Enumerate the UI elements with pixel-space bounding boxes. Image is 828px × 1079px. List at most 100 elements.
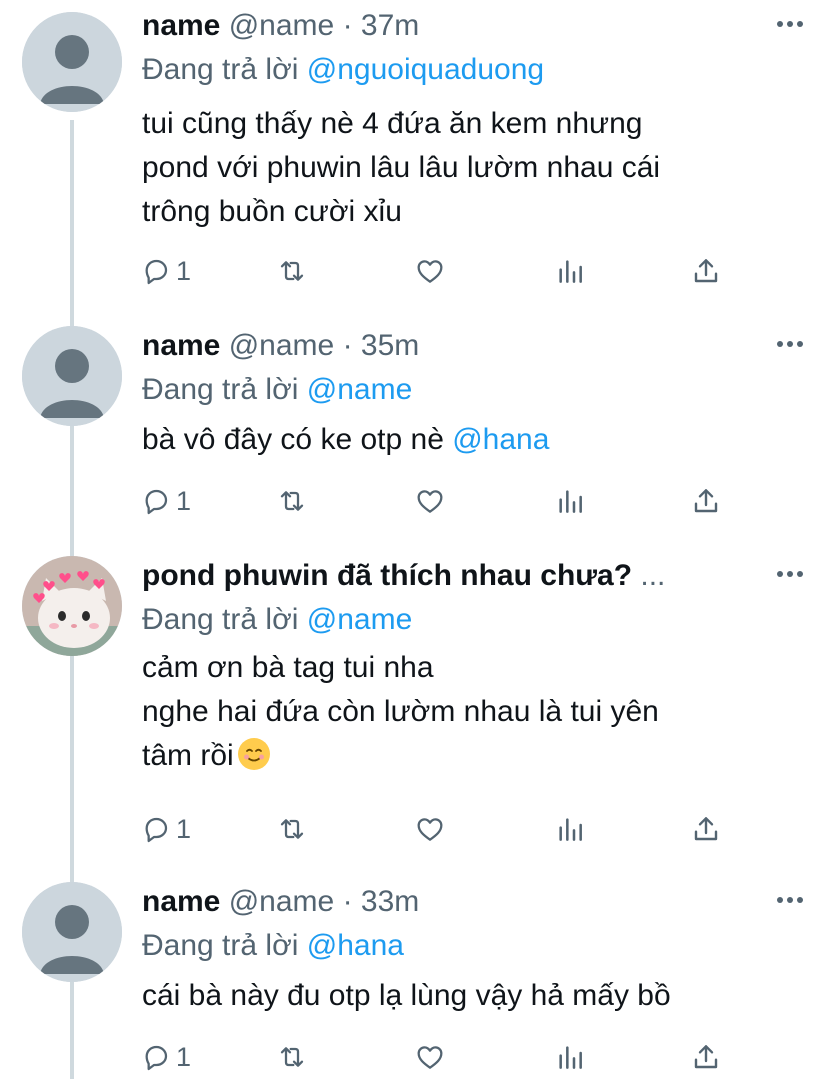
mention-link[interactable]: @hana bbox=[452, 423, 549, 456]
reply-icon bbox=[145, 489, 168, 515]
timestamp[interactable]: 35m bbox=[361, 329, 419, 362]
replying-to-label: Đang trả lời bbox=[142, 603, 299, 636]
retweet-icon bbox=[280, 261, 304, 281]
replying-to-mention[interactable]: @name bbox=[307, 373, 413, 406]
reply-count: 1 bbox=[176, 485, 192, 516]
tweet-text-line: tui cũng thấy nè 4 đứa ăn kem nhưng bbox=[142, 107, 643, 140]
tweet-text-line: pond với phuwin lâu lâu lườm nhau cái bbox=[142, 151, 661, 184]
share-button[interactable] bbox=[690, 809, 722, 849]
like-button[interactable] bbox=[414, 809, 446, 849]
tweet-header: name @name · 33m bbox=[142, 882, 419, 922]
display-name[interactable]: name bbox=[142, 885, 220, 918]
replying-to-label: Đang trả lời bbox=[142, 929, 299, 962]
more-options-button[interactable] bbox=[770, 324, 810, 364]
user-handle[interactable]: @name bbox=[229, 329, 335, 362]
tweet-text: cái bà này đu otp lạ lùng vậy hả mấy bồ bbox=[142, 974, 671, 1018]
smiling-face-emoji bbox=[237, 738, 270, 770]
separator-dot: · bbox=[342, 885, 353, 918]
reply-button[interactable]: 1 bbox=[140, 251, 191, 291]
action-bar: 1 bbox=[140, 251, 740, 291]
replying-to-label: Đang trả lời bbox=[142, 53, 299, 86]
avatar[interactable] bbox=[22, 882, 122, 982]
share-button[interactable] bbox=[690, 1037, 722, 1077]
like-button[interactable] bbox=[414, 251, 446, 291]
replying-to: Đang trả lời @hana bbox=[142, 926, 404, 966]
tweet-text-line: tâm rồi bbox=[142, 734, 659, 778]
timestamp[interactable]: 37m bbox=[361, 9, 419, 42]
reply-count: 1 bbox=[176, 1041, 192, 1072]
display-name[interactable]: name bbox=[142, 9, 220, 42]
tweet-text: bà vô đây có ke otp nè @hana bbox=[142, 418, 549, 462]
user-handle[interactable]: @name bbox=[229, 9, 335, 42]
display-name[interactable]: pond phuwin đã thích nhau chưa? bbox=[142, 559, 632, 592]
timestamp[interactable]: 33m bbox=[361, 885, 419, 918]
share-icon bbox=[694, 1045, 718, 1069]
avatar[interactable] bbox=[22, 12, 122, 112]
separator-dot: · bbox=[342, 329, 353, 362]
action-bar: 1 bbox=[140, 809, 740, 849]
retweet-icon bbox=[280, 491, 304, 511]
like-icon bbox=[417, 260, 443, 283]
analytics-button[interactable] bbox=[554, 481, 586, 521]
retweet-button[interactable] bbox=[276, 1037, 308, 1077]
action-bar: 1 bbox=[140, 481, 740, 521]
tweet-header: name @name · 35m bbox=[142, 326, 419, 366]
like-icon bbox=[417, 490, 443, 513]
tweet-text-line: cái bà này đu otp lạ lùng vậy hả mấy bồ bbox=[142, 979, 671, 1012]
replying-to-mention[interactable]: @hana bbox=[307, 929, 404, 962]
share-button[interactable] bbox=[690, 481, 722, 521]
reply-count: 1 bbox=[176, 813, 192, 844]
tweet-text-line: trông buồn cười xỉu bbox=[142, 195, 402, 228]
default-avatar-icon bbox=[22, 882, 122, 982]
retweet-icon bbox=[280, 819, 304, 839]
reply-icon bbox=[145, 1045, 168, 1071]
like-icon bbox=[417, 818, 443, 841]
more-icon bbox=[777, 897, 803, 903]
share-button[interactable] bbox=[690, 251, 722, 291]
reply-button[interactable]: 1 bbox=[140, 481, 191, 521]
retweet-button[interactable] bbox=[276, 481, 308, 521]
avatar[interactable] bbox=[22, 326, 122, 426]
reply-button[interactable]: 1 bbox=[140, 809, 191, 849]
replying-to: Đang trả lời @name bbox=[142, 600, 412, 640]
default-avatar-icon bbox=[22, 326, 122, 426]
tweet-text-segment: tâm rồi bbox=[142, 739, 234, 772]
tweet-text-line: nghe hai đứa còn lườm nhau là tui yên bbox=[142, 695, 659, 728]
reply-icon bbox=[145, 817, 168, 843]
cat-avatar-icon bbox=[22, 556, 122, 656]
tweet-text-line: cảm ơn bà tag tui nha bbox=[142, 651, 434, 684]
analytics-icon bbox=[559, 1046, 582, 1069]
more-icon bbox=[777, 21, 803, 27]
share-icon bbox=[694, 817, 718, 841]
like-button[interactable] bbox=[414, 481, 446, 521]
more-options-button[interactable] bbox=[770, 554, 810, 594]
tweet-header: name @name · 37m bbox=[142, 6, 419, 46]
retweet-button[interactable] bbox=[276, 251, 308, 291]
analytics-icon bbox=[559, 818, 582, 841]
separator-dot: · bbox=[342, 9, 353, 42]
more-icon bbox=[777, 341, 803, 347]
truncation-ellipsis: ... bbox=[640, 559, 666, 592]
like-button[interactable] bbox=[414, 1037, 446, 1077]
share-icon bbox=[694, 489, 718, 513]
tweet-header: pond phuwin đã thích nhau chưa? ... bbox=[142, 556, 665, 596]
tweet-text-segment: bà vô đây có ke otp nè bbox=[142, 423, 453, 456]
tweet-text-line: bà vô đây có ke otp nè @hana bbox=[142, 418, 549, 462]
more-icon bbox=[777, 571, 803, 577]
analytics-button[interactable] bbox=[554, 809, 586, 849]
default-avatar-icon bbox=[22, 12, 122, 112]
analytics-button[interactable] bbox=[554, 1037, 586, 1077]
display-name[interactable]: name bbox=[142, 329, 220, 362]
more-options-button[interactable] bbox=[770, 880, 810, 920]
analytics-button[interactable] bbox=[554, 251, 586, 291]
action-bar: 1 bbox=[140, 1037, 740, 1077]
replying-to: Đang trả lời @nguoiquaduong bbox=[142, 50, 544, 90]
replying-to-mention[interactable]: @nguoiquaduong bbox=[307, 53, 544, 86]
retweet-button[interactable] bbox=[276, 809, 308, 849]
more-options-button[interactable] bbox=[770, 4, 810, 44]
avatar[interactable] bbox=[22, 556, 122, 656]
user-handle[interactable]: @name bbox=[229, 885, 335, 918]
tweet-text: cảm ơn bà tag tui nha nghe hai đứa còn l… bbox=[142, 646, 659, 778]
reply-button[interactable]: 1 bbox=[140, 1037, 191, 1077]
replying-to-mention[interactable]: @name bbox=[307, 603, 413, 636]
